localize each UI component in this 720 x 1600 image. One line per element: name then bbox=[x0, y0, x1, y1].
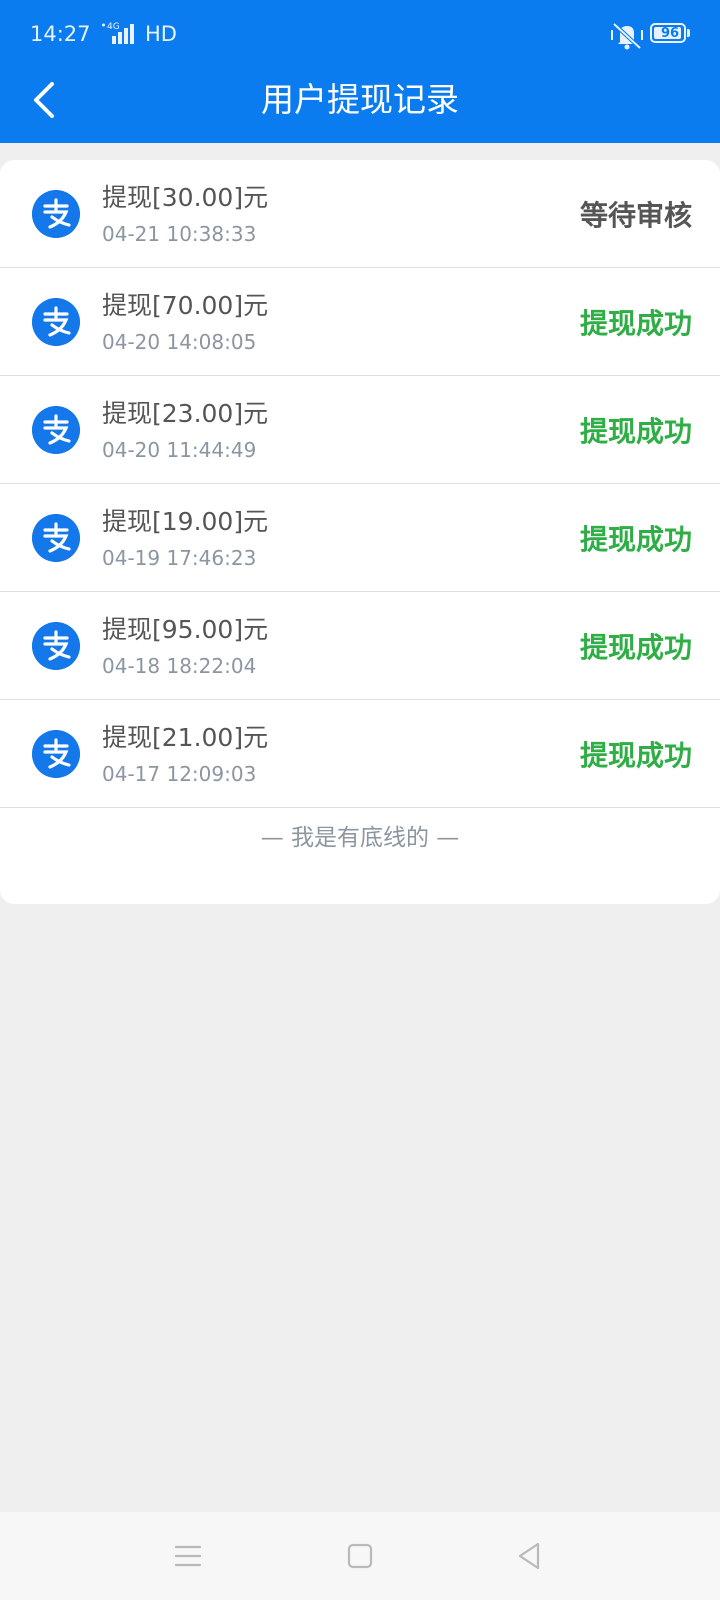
withdrawal-record-list: 提现[30.00]元 04-21 10:38:33 等待审核 提现[70.00]… bbox=[0, 160, 720, 904]
record-status: 提现成功 bbox=[579, 631, 692, 664]
record-row[interactable]: 提现[30.00]元 04-21 10:38:33 等待审核 bbox=[0, 160, 720, 268]
record-amount: 提现[30.00]元 bbox=[102, 183, 269, 212]
record-row[interactable]: 提现[95.00]元 04-18 18:22:04 提现成功 bbox=[0, 592, 720, 700]
battery-level: 96 bbox=[660, 26, 680, 41]
record-amount: 提现[19.00]元 bbox=[102, 507, 269, 536]
alipay-icon bbox=[32, 406, 80, 454]
record-amount: 提现[23.00]元 bbox=[102, 399, 269, 428]
record-row[interactable]: 提现[23.00]元 04-20 11:44:49 提现成功 bbox=[0, 376, 720, 484]
record-amount: 提现[95.00]元 bbox=[102, 615, 269, 644]
network-badge: 4G bbox=[107, 22, 120, 32]
back-triangle-icon[interactable] bbox=[512, 1538, 548, 1574]
record-date: 04-19 17:46:23 bbox=[102, 546, 257, 570]
status-time: 14:27 bbox=[30, 22, 91, 46]
network-type: HD bbox=[145, 22, 177, 46]
status-bar: 14:27 4G HD 96 bbox=[0, 0, 720, 72]
record-date: 04-18 18:22:04 bbox=[102, 654, 257, 678]
record-date: 04-17 12:09:03 bbox=[102, 762, 257, 786]
mute-bell-icon bbox=[611, 22, 643, 50]
battery-body: 96 bbox=[650, 23, 686, 43]
record-row[interactable]: 提现[70.00]元 04-20 14:08:05 提现成功 bbox=[0, 268, 720, 376]
signal-icon: 4G bbox=[102, 22, 134, 44]
system-navigation-bar bbox=[0, 1512, 720, 1600]
record-status: 提现成功 bbox=[579, 523, 692, 556]
alipay-icon bbox=[32, 730, 80, 778]
record-status: 提现成功 bbox=[579, 307, 692, 340]
alipay-icon bbox=[32, 190, 80, 238]
page-title: 用户提现记录 bbox=[261, 80, 459, 119]
home-square-icon[interactable] bbox=[342, 1538, 378, 1574]
battery-tip bbox=[687, 29, 690, 37]
record-date: 04-20 14:08:05 bbox=[102, 330, 257, 354]
alipay-icon bbox=[32, 622, 80, 670]
record-status: 提现成功 bbox=[579, 415, 692, 448]
alipay-icon bbox=[32, 298, 80, 346]
record-date: 04-20 11:44:49 bbox=[102, 438, 257, 462]
record-date: 04-21 10:38:33 bbox=[102, 222, 257, 246]
menu-icon[interactable] bbox=[170, 1538, 206, 1574]
alipay-icon bbox=[32, 514, 80, 562]
record-amount: 提现[70.00]元 bbox=[102, 291, 269, 320]
app-header: 14:27 4G HD 96 用户提现记录 bbox=[0, 0, 720, 143]
record-row[interactable]: 提现[21.00]元 04-17 12:09:03 提现成功 bbox=[0, 700, 720, 808]
record-status: 提现成功 bbox=[579, 739, 692, 772]
record-row[interactable]: 提现[19.00]元 04-19 17:46:23 提现成功 bbox=[0, 484, 720, 592]
record-status: 等待审核 bbox=[579, 199, 692, 232]
battery-indicator: 96 bbox=[650, 23, 692, 45]
end-of-list-note: — 我是有底线的 — bbox=[260, 825, 460, 851]
record-amount: 提现[21.00]元 bbox=[102, 723, 269, 752]
